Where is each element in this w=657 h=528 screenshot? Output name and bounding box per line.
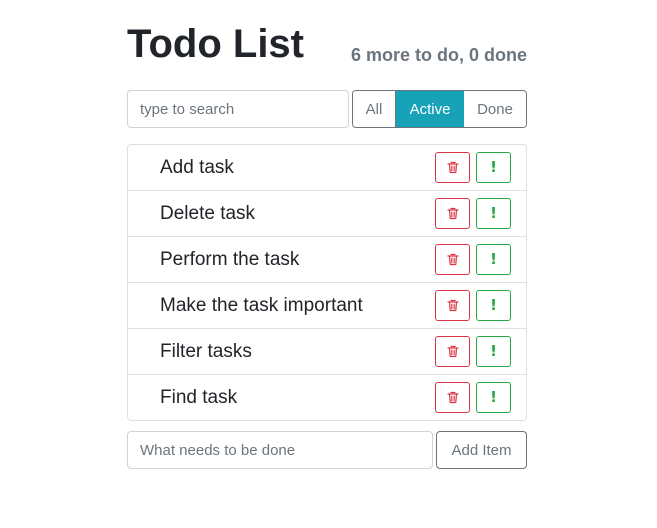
delete-button[interactable] [435, 152, 470, 183]
mark-important-button[interactable]: ! [476, 152, 511, 183]
todo-list-item: Perform the task ! [128, 237, 526, 283]
filter-done-button[interactable]: Done [464, 91, 526, 127]
trash-icon [446, 253, 459, 266]
exclamation-icon: ! [490, 250, 497, 268]
todo-list-item: Filter tasks ! [128, 329, 526, 375]
delete-button[interactable] [435, 290, 470, 321]
exclamation-icon: ! [490, 296, 497, 314]
filter-all-button[interactable]: All [353, 91, 396, 127]
delete-button[interactable] [435, 382, 470, 413]
filter-active-button[interactable]: Active [396, 91, 464, 127]
new-item-input[interactable] [127, 431, 433, 469]
add-item-form: Add Item [127, 431, 527, 469]
trash-icon [446, 207, 459, 220]
todo-list-item: Find task ! [128, 375, 526, 420]
search-panel: All Active Done [127, 90, 527, 128]
todo-item-label[interactable]: Find task [160, 375, 237, 421]
todo-item-label[interactable]: Make the task important [160, 283, 363, 329]
todo-item-label[interactable]: Perform the task [160, 237, 299, 283]
exclamation-icon: ! [490, 158, 497, 176]
todo-item-label[interactable]: Delete task [160, 191, 255, 237]
todo-list: Add task ! Delete task ! Perform the tas… [127, 144, 527, 421]
mark-important-button[interactable]: ! [476, 336, 511, 367]
todo-app: Todo List 6 more to do, 0 done All Activ… [127, 20, 527, 469]
delete-button[interactable] [435, 198, 470, 229]
delete-button[interactable] [435, 336, 470, 367]
todo-list-item: Add task ! [128, 145, 526, 191]
trash-icon [446, 391, 459, 404]
exclamation-icon: ! [490, 342, 497, 360]
mark-important-button[interactable]: ! [476, 198, 511, 229]
todo-list-item: Delete task ! [128, 191, 526, 237]
delete-button[interactable] [435, 244, 470, 275]
mark-important-button[interactable]: ! [476, 382, 511, 413]
todo-item-label[interactable]: Filter tasks [160, 329, 252, 375]
app-header: Todo List 6 more to do, 0 done [127, 20, 527, 80]
status-filter: All Active Done [352, 90, 527, 128]
mark-important-button[interactable]: ! [476, 290, 511, 321]
add-item-button[interactable]: Add Item [436, 431, 527, 469]
todo-list-item: Make the task important ! [128, 283, 526, 329]
todo-item-label[interactable]: Add task [160, 145, 234, 191]
page-title: Todo List [127, 22, 304, 66]
search-input[interactable] [127, 90, 349, 128]
mark-important-button[interactable]: ! [476, 244, 511, 275]
exclamation-icon: ! [490, 388, 497, 406]
trash-icon [446, 345, 459, 358]
trash-icon [446, 161, 459, 174]
task-counter: 6 more to do, 0 done [350, 45, 527, 65]
trash-icon [446, 299, 459, 312]
exclamation-icon: ! [490, 204, 497, 222]
